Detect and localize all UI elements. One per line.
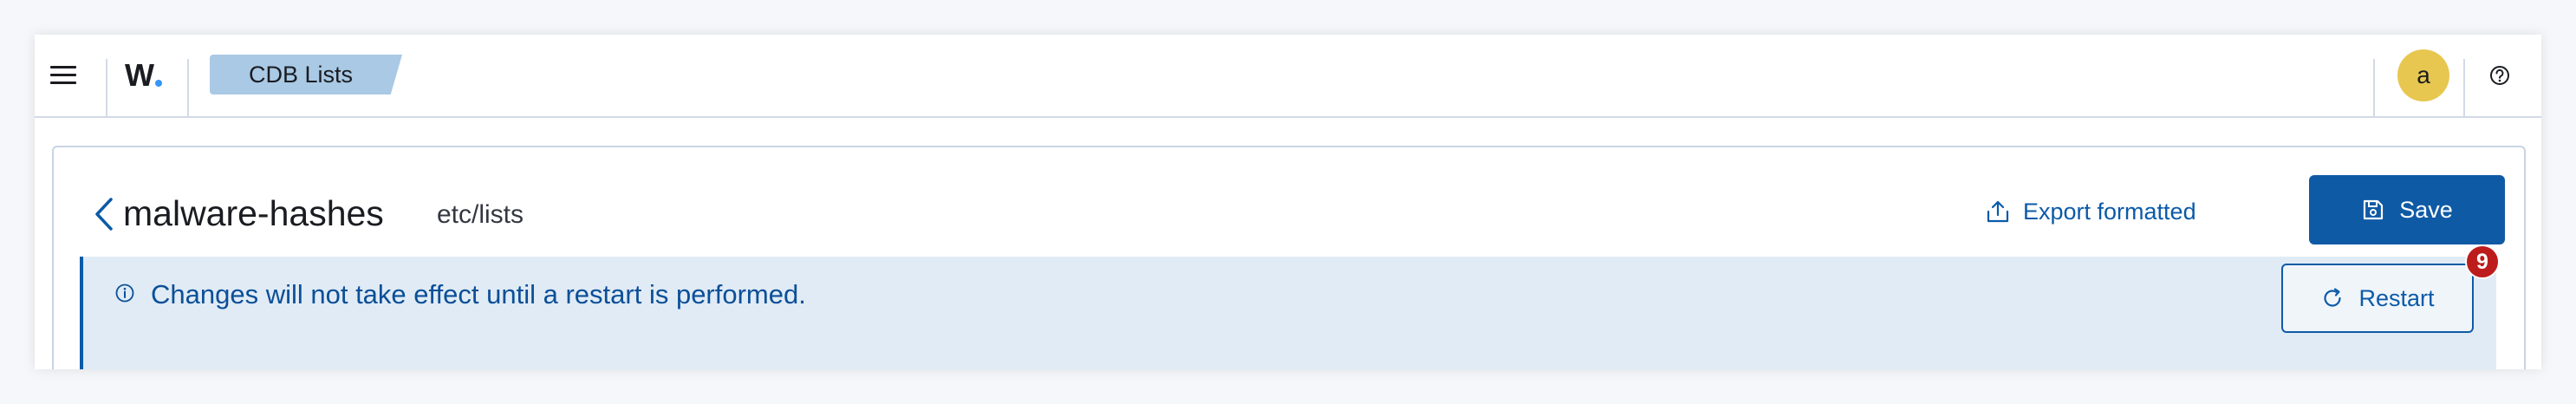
notification-badge: 9 [2465,244,2500,279]
restart-callout: Changes will not take effect until a res… [80,244,2500,369]
list-title: malware-hashes [123,193,384,233]
hamburger-icon-line [50,81,76,84]
help-button[interactable] [2487,62,2513,88]
export-icon [1987,200,2009,223]
help-icon [2490,66,2509,85]
top-header: W CDB Lists a [35,35,2541,118]
save-icon [2364,199,2384,220]
header-divider [2463,59,2465,116]
hamburger-icon [50,66,76,68]
logo-dot [154,80,162,87]
export-formatted-button[interactable]: Export formatted [1985,192,2196,231]
header-divider [2373,59,2375,116]
list-path: etc/lists [437,200,524,229]
avatar-initial: a [2417,62,2430,88]
header-divider [106,59,107,116]
chevron-left-icon [95,198,113,231]
logo-text: W [125,57,154,93]
hamburger-icon-line [50,74,76,76]
save-button[interactable]: Save [2309,175,2505,244]
refresh-icon [2324,288,2342,307]
export-formatted-label: Export formatted [2023,198,2196,225]
user-avatar[interactable]: a [2397,49,2449,101]
breadcrumb-label: CDB Lists [248,61,354,88]
restart-label: Restart [2358,284,2435,311]
header-divider [187,59,189,116]
list-editor-panel: malware-hashes etc/lists Export formatte… [52,146,2526,369]
save-label: Save [2399,196,2453,223]
hamburger-menu-button[interactable] [49,61,78,90]
info-icon [115,283,134,303]
restart-button[interactable]: Restart [2281,264,2474,333]
breadcrumb-cdb-lists[interactable]: CDB Lists [210,55,402,94]
back-button[interactable] [92,196,116,232]
app-logo[interactable]: W [125,54,162,97]
app-window: W CDB Lists a malware-hashes etc/lists E… [35,35,2541,369]
callout-message: Changes will not take effect until a res… [151,279,806,310]
